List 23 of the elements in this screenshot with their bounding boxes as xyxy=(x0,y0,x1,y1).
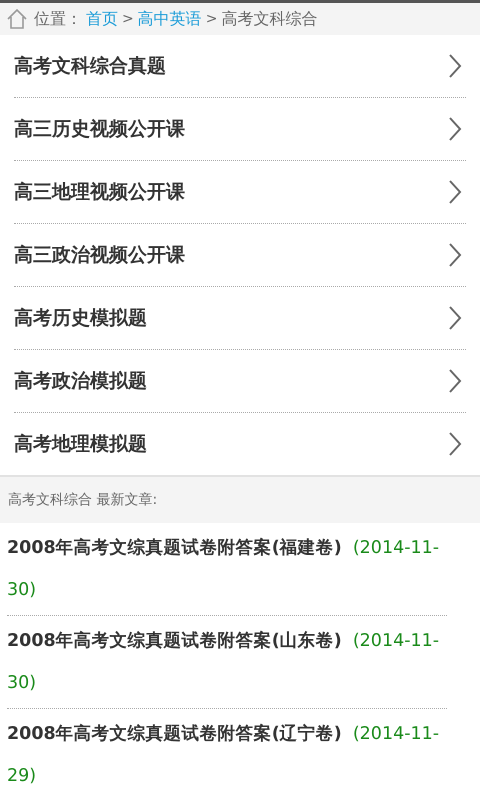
article-link[interactable]: 2008年高考文综真题试卷附答案(山东卷) (2014-11-30) xyxy=(7,620,447,704)
chevron-icon xyxy=(448,306,462,330)
category-item[interactable]: 高三政治视频公开课 xyxy=(14,224,466,287)
article-link[interactable]: 2008年高考文综真题试卷附答案(福建卷) (2014-11-30) xyxy=(7,527,447,611)
category-item[interactable]: 高考历史模拟题 xyxy=(14,287,466,350)
category-item[interactable]: 高考政治模拟题 xyxy=(14,350,466,413)
chevron-icon xyxy=(448,180,462,204)
chevron-icon xyxy=(448,243,462,267)
chevron-icon xyxy=(448,54,462,78)
breadcrumb-separator: > xyxy=(206,11,218,27)
breadcrumb-label: 位置： xyxy=(34,8,82,30)
article-link[interactable]: 2008年高考文综真题试卷附答案(辽宁卷) (2014-11-29) xyxy=(7,713,447,797)
category-item[interactable]: 高三历史视频公开课 xyxy=(14,98,466,161)
chevron-icon xyxy=(448,432,462,456)
category-item[interactable]: 高考地理模拟题 xyxy=(14,413,466,475)
category-item[interactable]: 高考文科综合真题 xyxy=(14,35,466,98)
chevron-icon xyxy=(448,369,462,393)
breadcrumb-current: 高考文科综合 xyxy=(221,8,318,30)
section-heading: 高考文科综合 最新文章: xyxy=(8,491,158,509)
breadcrumb-separator: > xyxy=(122,11,134,27)
category-item[interactable]: 高三地理视频公开课 xyxy=(14,161,466,224)
home-icon[interactable] xyxy=(6,8,28,30)
chevron-icon xyxy=(448,117,462,141)
